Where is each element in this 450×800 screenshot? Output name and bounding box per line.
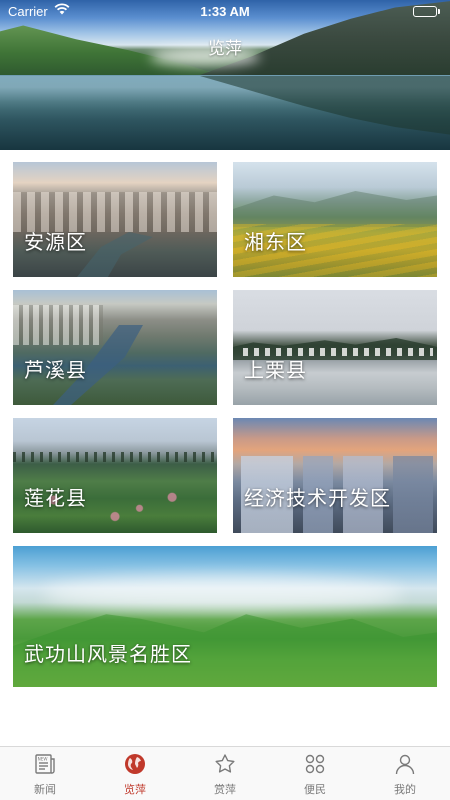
region-tile-label: 芦溪县 bbox=[24, 358, 87, 382]
battery-icon bbox=[413, 6, 440, 17]
tab-label: 赏萍 bbox=[214, 783, 236, 796]
region-tile-label: 经济技术开发区 bbox=[244, 486, 391, 510]
region-tile-lianhua[interactable]: 莲花县 bbox=[13, 418, 217, 533]
globe-icon bbox=[123, 752, 147, 776]
region-tile-label: 安源区 bbox=[24, 230, 87, 254]
region-tile-development-zone[interactable]: 经济技术开发区 bbox=[233, 418, 437, 533]
region-tile-luxi[interactable]: 芦溪县 bbox=[13, 290, 217, 405]
grid-clover-icon bbox=[303, 752, 327, 776]
tab-services[interactable]: 便民 bbox=[270, 747, 360, 800]
tab-browse-pingxiang[interactable]: 览萍 bbox=[90, 747, 180, 800]
tile-image bbox=[43, 576, 403, 611]
region-tile-wugongshan[interactable]: 武功山风景名胜区 bbox=[13, 546, 437, 687]
tab-label: 我的 bbox=[394, 783, 416, 796]
tab-enjoy-pingxiang[interactable]: 赏萍 bbox=[180, 747, 270, 800]
tile-image bbox=[13, 452, 217, 462]
tile-image bbox=[233, 191, 437, 227]
tab-news[interactable]: NEW 新闻 bbox=[0, 747, 90, 800]
newspaper-icon: NEW bbox=[33, 752, 57, 776]
page-title: 览萍 bbox=[208, 39, 242, 59]
region-tile-label: 武功山风景名胜区 bbox=[24, 642, 192, 666]
tab-label: 新闻 bbox=[34, 783, 56, 796]
region-tile-label: 莲花县 bbox=[24, 486, 87, 510]
tile-image bbox=[13, 305, 103, 345]
status-bar: Carrier 1:33 AM bbox=[0, 0, 450, 24]
person-icon bbox=[393, 752, 417, 776]
region-tile-label: 上栗县 bbox=[244, 358, 307, 382]
status-time: 1:33 AM bbox=[200, 4, 250, 19]
region-tile-xiangdong[interactable]: 湘东区 bbox=[233, 162, 437, 277]
tab-bar: NEW 新闻 览萍 赏萍 便民 我的 bbox=[0, 746, 450, 800]
tab-label: 便民 bbox=[304, 783, 326, 796]
tab-profile[interactable]: 我的 bbox=[360, 747, 450, 800]
region-tile-shangli[interactable]: 上栗县 bbox=[233, 290, 437, 405]
region-tile-label: 湘东区 bbox=[244, 230, 307, 254]
star-icon bbox=[213, 752, 237, 776]
tab-label: 览萍 bbox=[124, 783, 146, 796]
region-tile-anyuan[interactable]: 安源区 bbox=[13, 162, 217, 277]
svg-text:NEW: NEW bbox=[38, 756, 48, 761]
header-banner: Carrier 1:33 AM 览萍 bbox=[0, 0, 450, 150]
